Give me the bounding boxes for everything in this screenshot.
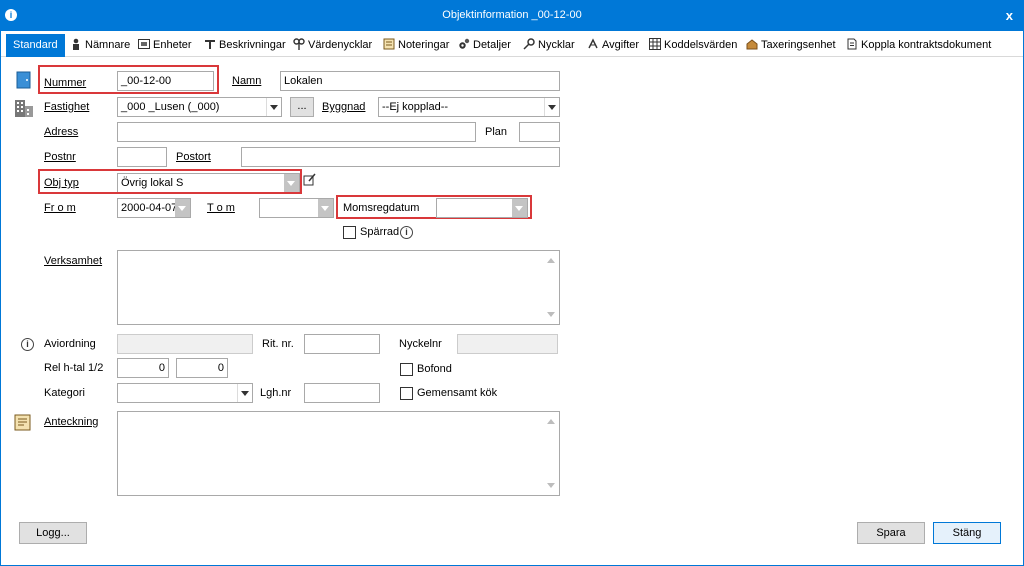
tab-noteringar[interactable]: Noteringar bbox=[383, 33, 449, 57]
tab-detaljer[interactable]: Detaljer bbox=[458, 33, 511, 57]
chevron-down-icon[interactable] bbox=[237, 384, 252, 402]
tab-beskrivningar[interactable]: Beskrivningar bbox=[204, 33, 286, 57]
person-icon bbox=[73, 38, 79, 50]
momsregdatum-date-input[interactable] bbox=[436, 198, 528, 218]
sparrad-label: Spärrad bbox=[360, 226, 400, 238]
lgh-nr-input[interactable] bbox=[304, 383, 380, 403]
adress-label: Adress bbox=[44, 126, 79, 138]
tab-bar: Standard Nämnare Enheter Beskrivningar V… bbox=[1, 31, 1023, 57]
logg-button[interactable]: Logg... bbox=[19, 522, 87, 544]
bofond-label: Bofond bbox=[417, 363, 452, 375]
scroll-down-icon[interactable] bbox=[547, 312, 555, 317]
tab-namnare[interactable]: Nämnare bbox=[70, 33, 130, 57]
byggnad-select[interactable]: --Ej kopplad-- bbox=[378, 97, 560, 117]
tab-enheter[interactable]: Enheter bbox=[138, 33, 192, 57]
vertical-scrollbar[interactable] bbox=[543, 412, 559, 495]
tab-koppla-kontraktsdokument[interactable]: Koppla kontraktsdokument bbox=[846, 33, 991, 57]
scroll-down-icon[interactable] bbox=[547, 483, 555, 488]
title-bar[interactable]: i Objektinformation _00-12-00 x bbox=[1, 1, 1023, 31]
rit-nr-label: Rit. nr. bbox=[262, 338, 294, 350]
object-info-window: i Objektinformation _00-12-00 x Standard… bbox=[0, 0, 1024, 566]
vertical-scrollbar[interactable] bbox=[543, 251, 559, 324]
building-icon bbox=[746, 39, 758, 50]
from-date-input[interactable]: 2000-04-07 bbox=[117, 198, 191, 218]
namn-label: Namn bbox=[232, 75, 262, 87]
anteckning-textarea[interactable] bbox=[117, 411, 560, 496]
scroll-up-icon[interactable] bbox=[547, 419, 555, 424]
gemensamt-kok-checkbox[interactable] bbox=[400, 387, 413, 400]
scroll-up-icon[interactable] bbox=[547, 258, 555, 263]
chevron-down-icon[interactable] bbox=[544, 98, 559, 116]
calendar-dropdown-icon[interactable] bbox=[318, 199, 333, 217]
postort-label: Postort bbox=[176, 151, 211, 163]
calendar-dropdown-icon[interactable] bbox=[512, 199, 527, 217]
aviordning-label: Aviordning bbox=[44, 338, 96, 350]
window-title: Objektinformation _00-12-00 bbox=[442, 9, 582, 21]
tab-avgifter[interactable]: Avgifter bbox=[587, 33, 639, 57]
plan-label: Plan bbox=[485, 126, 508, 138]
sparrad-checkbox[interactable] bbox=[343, 226, 356, 239]
tom-label: T o m bbox=[207, 202, 235, 214]
value-keys-icon bbox=[293, 38, 305, 50]
bofond-checkbox[interactable] bbox=[400, 363, 413, 376]
nyckelnr-label: Nyckelnr bbox=[399, 338, 442, 350]
tab-taxeringsenhet[interactable]: Taxeringsenhet bbox=[746, 33, 836, 57]
postort-input[interactable] bbox=[241, 147, 560, 167]
chevron-down-icon[interactable] bbox=[266, 98, 281, 116]
lgh-nr-label: Lgh.nr bbox=[260, 387, 292, 399]
byggnad-label: Byggnad bbox=[322, 101, 366, 113]
building-grid-icon bbox=[15, 100, 33, 117]
momsregdatum-label: Momsregdatum bbox=[343, 202, 420, 214]
gears-icon bbox=[459, 38, 470, 49]
kategori-label: Kategori bbox=[44, 387, 85, 399]
nummer-highlight bbox=[38, 65, 219, 94]
tab-nycklar[interactable]: Nycklar bbox=[523, 33, 575, 57]
plan-input[interactable] bbox=[519, 122, 560, 142]
notes-icon bbox=[383, 38, 395, 50]
verksamhet-textarea[interactable] bbox=[117, 250, 560, 325]
stang-button[interactable]: Stäng bbox=[933, 522, 1001, 544]
kategori-select[interactable] bbox=[117, 383, 253, 403]
from-label: Fr o m bbox=[44, 202, 76, 214]
rit-nr-input[interactable] bbox=[304, 334, 380, 354]
gemensamt-kok-label: Gemensamt kök bbox=[417, 387, 498, 399]
tab-vardenycklar[interactable]: Värdenycklar bbox=[293, 33, 372, 57]
calendar-dropdown-icon[interactable] bbox=[175, 199, 190, 217]
aviordning-input bbox=[117, 334, 253, 354]
rel-htal-1-input[interactable]: 0 bbox=[117, 358, 169, 378]
spara-button[interactable]: Spara bbox=[857, 522, 925, 544]
nyckelnr-input bbox=[457, 334, 558, 354]
verksamhet-label: Verksamhet bbox=[44, 255, 103, 267]
tab-standard[interactable]: Standard bbox=[6, 34, 65, 57]
obj-typ-highlight bbox=[38, 169, 302, 194]
edit-icon[interactable] bbox=[303, 173, 316, 186]
close-icon[interactable]: x bbox=[1006, 8, 1013, 23]
description-icon bbox=[205, 40, 215, 49]
rel-htal-label: Rel h-tal 1/2 bbox=[44, 362, 104, 374]
adress-input[interactable] bbox=[117, 122, 476, 142]
tom-date-input[interactable] bbox=[259, 198, 334, 218]
document-icon bbox=[847, 38, 857, 50]
fees-icon bbox=[588, 38, 598, 49]
info-icon[interactable]: i bbox=[21, 338, 34, 351]
fastighet-browse-button[interactable]: ... bbox=[290, 97, 314, 117]
namn-input[interactable]: Lokalen bbox=[280, 71, 560, 91]
key-icon bbox=[523, 38, 535, 50]
door-icon bbox=[16, 71, 31, 89]
info-icon[interactable]: i bbox=[400, 226, 413, 239]
grid-icon bbox=[649, 38, 661, 50]
units-icon bbox=[138, 39, 150, 49]
note-pad-icon bbox=[14, 414, 31, 431]
fastighet-label: Fastighet bbox=[44, 101, 90, 113]
rel-htal-2-input[interactable]: 0 bbox=[176, 358, 228, 378]
anteckning-label: Anteckning bbox=[44, 416, 99, 428]
postnr-label: Postnr bbox=[44, 151, 76, 163]
postnr-input[interactable] bbox=[117, 147, 167, 167]
tab-koddelsvarden[interactable]: Koddelsvärden bbox=[649, 33, 737, 57]
fastighet-select[interactable]: _000 _Lusen (_000) bbox=[117, 97, 282, 117]
